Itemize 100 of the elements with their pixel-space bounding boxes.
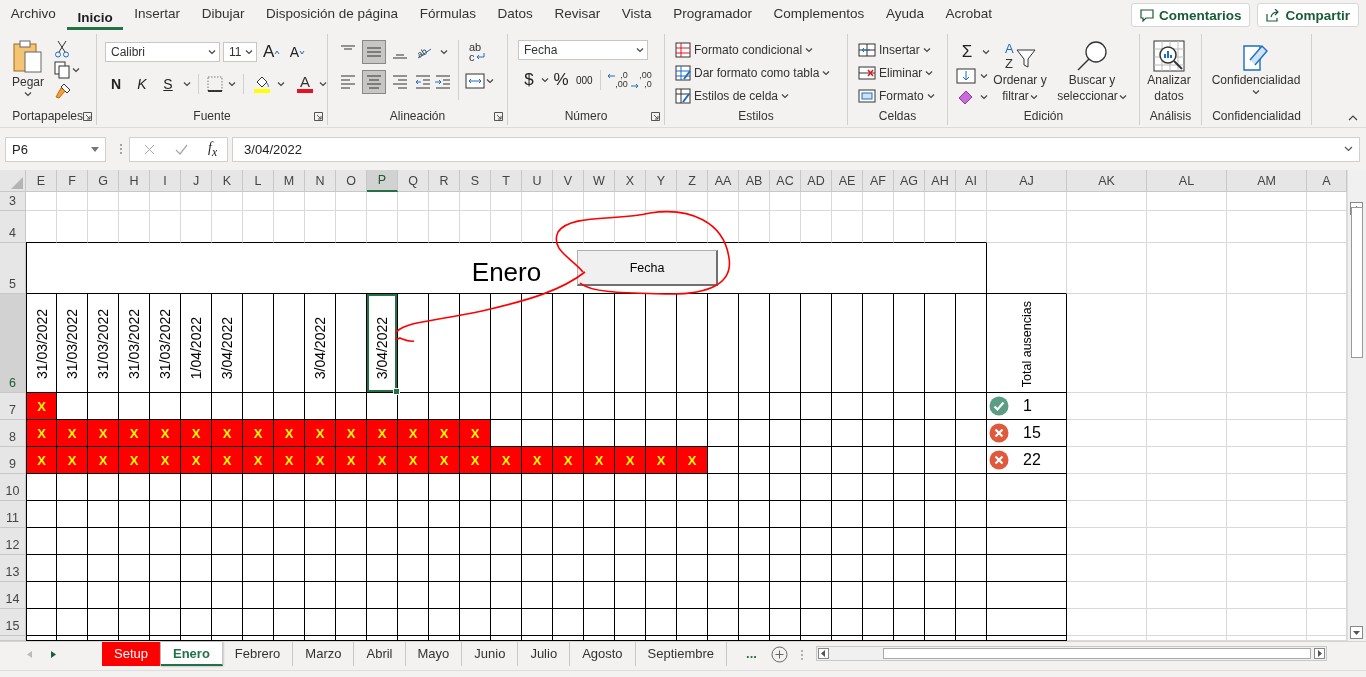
- column-header[interactable]: AC: [770, 170, 801, 192]
- column-header[interactable]: Z: [677, 170, 708, 192]
- caret-icon[interactable]: [980, 94, 988, 100]
- row-header[interactable]: 14: [0, 582, 26, 609]
- arrow-icon[interactable]: [606, 73, 616, 79]
- format-cells-icon[interactable]: [858, 88, 876, 104]
- comments-button[interactable]: Comentarios: [1130, 3, 1251, 27]
- more-sheets-button[interactable]: ...: [746, 642, 757, 666]
- menu-tab[interactable]: Acrobat: [934, 0, 1003, 30]
- borders-icon[interactable]: [206, 75, 224, 93]
- caret-icon[interactable]: [183, 81, 191, 87]
- caret-icon[interactable]: [822, 70, 831, 76]
- column-header[interactable]: AA: [708, 170, 739, 192]
- menu-tab[interactable]: Datos: [486, 0, 544, 30]
- name-box[interactable]: P6: [5, 136, 106, 162]
- column-header[interactable]: H: [119, 170, 150, 192]
- scroll-right-icon[interactable]: [1313, 648, 1325, 659]
- column-header[interactable]: AK: [1067, 170, 1147, 192]
- column-header[interactable]: AB: [739, 170, 770, 192]
- conditional-format-icon[interactable]: [675, 42, 691, 58]
- menu-tab[interactable]: Fórmulas: [408, 0, 487, 30]
- cell-styles-icon[interactable]: [675, 88, 691, 104]
- column-header[interactable]: N: [305, 170, 336, 192]
- column-header[interactable]: Y: [646, 170, 677, 192]
- column-header[interactable]: AH: [925, 170, 956, 192]
- currency-button[interactable]: $: [518, 68, 540, 92]
- fecha-button[interactable]: Fecha: [577, 250, 718, 286]
- caret-icon[interactable]: [636, 47, 644, 53]
- horizontal-scrollbar[interactable]: [815, 646, 1327, 661]
- column-header[interactable]: M: [274, 170, 305, 192]
- row-header[interactable]: 4: [0, 211, 26, 243]
- wrap-text-button[interactable]: ab c: [465, 40, 489, 64]
- column-header[interactable]: V: [553, 170, 584, 192]
- column-header[interactable]: O: [336, 170, 367, 192]
- share-button[interactable]: Compartir: [1257, 3, 1359, 27]
- caret-icon[interactable]: [72, 67, 80, 73]
- font-size-dropdown[interactable]: 11: [223, 42, 257, 62]
- autosum-button[interactable]: Σ: [956, 40, 978, 64]
- column-header[interactable]: F: [57, 170, 88, 192]
- column-header[interactable]: Q: [398, 170, 429, 192]
- column-header[interactable]: R: [429, 170, 460, 192]
- return-arrow-icon[interactable]: [474, 53, 485, 61]
- table-cell[interactable]: 3/04/2022: [305, 294, 336, 393]
- grow-font-button[interactable]: A: [260, 40, 284, 64]
- italic-button[interactable]: K: [131, 72, 153, 96]
- caret-icon[interactable]: [486, 78, 494, 84]
- scroll-down-icon[interactable]: [1350, 626, 1363, 639]
- scroll-left-icon[interactable]: [817, 648, 829, 659]
- column-header[interactable]: AD: [801, 170, 832, 192]
- decimal-decrease-button[interactable]: ,00 ,0: [630, 71, 652, 89]
- underline-button[interactable]: S: [157, 72, 179, 96]
- comment-icon[interactable]: [1139, 8, 1154, 22]
- sheet-tab[interactable]: Enero: [161, 642, 223, 666]
- caret-icon[interactable]: [319, 81, 327, 87]
- row-header[interactable]: 6: [0, 294, 26, 393]
- caret-icon[interactable]: [980, 73, 988, 79]
- analyze-data-icon[interactable]: [1153, 40, 1185, 72]
- caret-icon[interactable]: [228, 81, 236, 87]
- menu-tab[interactable]: Programador: [662, 0, 763, 30]
- column-header[interactable]: W: [584, 170, 615, 192]
- ribbon-menu-item[interactable]: Formato: [858, 86, 936, 106]
- formula-input[interactable]: 3/04/2022: [232, 136, 1360, 162]
- collapse-ribbon-icon[interactable]: [1348, 115, 1358, 121]
- sheet-tab[interactable]: Julio: [518, 642, 571, 666]
- table-cell[interactable]: 3/04/2022: [212, 294, 243, 393]
- menu-tab[interactable]: Ayuda: [875, 0, 935, 30]
- column-header[interactable]: A: [1307, 170, 1347, 192]
- table-cell[interactable]: 15: [987, 420, 1067, 447]
- column-header[interactable]: T: [491, 170, 522, 192]
- sheet-tab[interactable]: Abril: [354, 642, 406, 666]
- caret-icon[interactable]: [925, 70, 934, 76]
- row-header[interactable]: 15: [0, 609, 26, 636]
- brush-icon[interactable]: [54, 82, 72, 100]
- dialog-launcher-icon[interactable]: [494, 111, 503, 121]
- dialog-launcher-icon[interactable]: [651, 111, 660, 121]
- caret-icon[interactable]: [926, 93, 935, 99]
- number-format-dropdown[interactable]: Fecha: [518, 40, 648, 60]
- column-header[interactable]: AF: [863, 170, 894, 192]
- column-header[interactable]: U: [522, 170, 553, 192]
- menu-tab[interactable]: Insertar: [123, 0, 191, 30]
- sheet-tab[interactable]: Junio: [462, 642, 519, 666]
- dialog-launcher-icon[interactable]: [314, 111, 323, 121]
- insert-cells-icon[interactable]: [858, 42, 876, 58]
- decrease-indent-icon[interactable]: [414, 73, 432, 91]
- font-color-button[interactable]: A: [295, 75, 315, 93]
- sheet-tab[interactable]: Febrero: [222, 642, 294, 666]
- delete-cells-icon[interactable]: [858, 65, 876, 81]
- caret-icon[interactable]: [541, 77, 549, 83]
- fill-handle[interactable]: [393, 388, 400, 395]
- column-header[interactable]: P: [367, 170, 398, 192]
- row-header[interactable]: 8: [0, 420, 26, 447]
- dropdown-icon[interactable]: [91, 146, 99, 152]
- caret-icon[interactable]: [1029, 93, 1038, 100]
- row-header[interactable]: 10: [0, 474, 26, 501]
- thousands-button[interactable]: 000: [573, 68, 596, 92]
- row-header[interactable]: 12: [0, 528, 26, 555]
- column-header[interactable]: L: [243, 170, 274, 192]
- ribbon-menu-item[interactable]: Estilos de celda: [675, 86, 790, 106]
- column-header[interactable]: X: [615, 170, 646, 192]
- scissors-icon[interactable]: [54, 40, 70, 58]
